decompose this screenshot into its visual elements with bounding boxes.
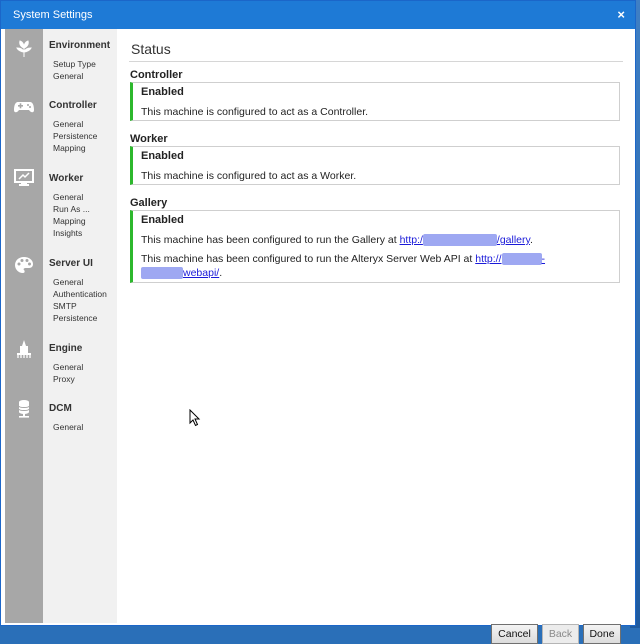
database-icon[interactable]	[12, 397, 36, 421]
settings-nav: Environment Setup Type General Controlle…	[43, 29, 117, 623]
redacted-hostname: x	[422, 234, 497, 246]
nav-item-engine-proxy[interactable]: Proxy	[53, 374, 75, 384]
redacted-hostname: x	[141, 267, 183, 279]
cancel-button[interactable]: Cancel	[491, 624, 538, 644]
worker-state: Enabled	[141, 150, 184, 162]
engine-icon[interactable]	[12, 337, 36, 361]
nav-section-server-ui[interactable]: Server UI	[49, 258, 93, 269]
nav-item-server-ui-smtp[interactable]: SMTP	[53, 301, 77, 311]
nav-item-controller-mapping[interactable]: Mapping	[53, 143, 86, 153]
palette-icon[interactable]	[12, 253, 36, 277]
nav-item-controller-persistence[interactable]: Persistence	[53, 131, 97, 141]
gallery-url-line: This machine has been configured to run …	[141, 234, 533, 246]
webapi-url-prefix: This machine has been configured to run …	[141, 253, 476, 265]
nav-item-engine-general[interactable]: General	[53, 362, 83, 372]
nav-item-worker-mapping[interactable]: Mapping	[53, 216, 86, 226]
webapi-url-suffix: .	[219, 267, 223, 279]
nav-item-environment-general[interactable]: General	[53, 71, 83, 81]
back-button[interactable]: Back	[542, 624, 579, 644]
nav-item-setup-type[interactable]: Setup Type	[53, 59, 96, 69]
nav-item-server-ui-persistence[interactable]: Persistence	[53, 313, 97, 323]
gallery-url-prefix: This machine has been configured to run …	[141, 234, 400, 246]
gamepad-icon[interactable]	[12, 95, 36, 119]
controller-state: Enabled	[141, 86, 184, 98]
nav-item-server-ui-general[interactable]: General	[53, 277, 83, 287]
gallery-status-box: Enabled This machine has been configured…	[130, 210, 620, 283]
controller-status-text: This machine is configured to act as a C…	[141, 106, 369, 118]
webapi-url-link-continued[interactable]: xwebapi/	[141, 267, 219, 279]
nav-item-worker-insights[interactable]: Insights	[53, 228, 82, 238]
close-icon[interactable]: ×	[617, 7, 625, 22]
gallery-state: Enabled	[141, 214, 184, 226]
worker-status-text: This machine is configured to act as a W…	[141, 170, 357, 182]
webapi-url-link-start: http://	[475, 253, 502, 265]
worker-heading: Worker	[130, 133, 168, 145]
gallery-url-link[interactable]: http:/x/gallery	[400, 234, 530, 246]
nav-section-engine[interactable]: Engine	[49, 343, 82, 354]
status-panel: Status Controller Enabled This machine i…	[117, 29, 635, 644]
title-bar: System Settings ×	[1, 1, 635, 29]
nav-item-dcm-general[interactable]: General	[53, 422, 83, 432]
monitor-icon[interactable]	[12, 166, 36, 190]
done-button[interactable]: Done	[583, 624, 621, 644]
gallery-heading: Gallery	[130, 197, 168, 209]
controller-heading: Controller	[130, 69, 183, 81]
nav-section-environment[interactable]: Environment	[49, 40, 110, 51]
window-title: System Settings	[13, 9, 93, 21]
webapi-url-link-mid: -	[541, 253, 546, 265]
controller-status-box: Enabled This machine is configured to ac…	[130, 82, 620, 121]
webapi-url-link[interactable]: http://x-	[475, 253, 545, 265]
gallery-url-link-start: http:/	[399, 234, 423, 246]
gallery-url-suffix: .	[530, 234, 533, 246]
title-divider	[129, 61, 623, 62]
nav-section-controller[interactable]: Controller	[49, 100, 97, 111]
nav-item-controller-general[interactable]: General	[53, 119, 83, 129]
gallery-url-link-end: /gallery	[496, 234, 530, 246]
webapi-url-link-end: webapi/	[183, 267, 220, 279]
mouse-cursor-icon	[189, 409, 201, 427]
webapi-url-line-2: xwebapi/.	[141, 267, 222, 279]
nav-section-dcm[interactable]: DCM	[49, 403, 72, 414]
redacted-hostname: x	[501, 253, 542, 265]
webapi-url-line: This machine has been configured to run …	[141, 253, 545, 265]
worker-status-box: Enabled This machine is configured to ac…	[130, 146, 620, 185]
system-settings-dialog: System Settings × Environment Setup Type…	[0, 0, 636, 644]
leaf-icon[interactable]	[12, 37, 36, 61]
nav-item-worker-general[interactable]: General	[53, 192, 83, 202]
nav-section-worker[interactable]: Worker	[49, 173, 83, 184]
nav-item-worker-run-as[interactable]: Run As ...	[53, 204, 90, 214]
page-title: Status	[131, 41, 171, 57]
icon-rail	[5, 29, 43, 623]
nav-item-server-ui-authentication[interactable]: Authentication	[53, 289, 107, 299]
